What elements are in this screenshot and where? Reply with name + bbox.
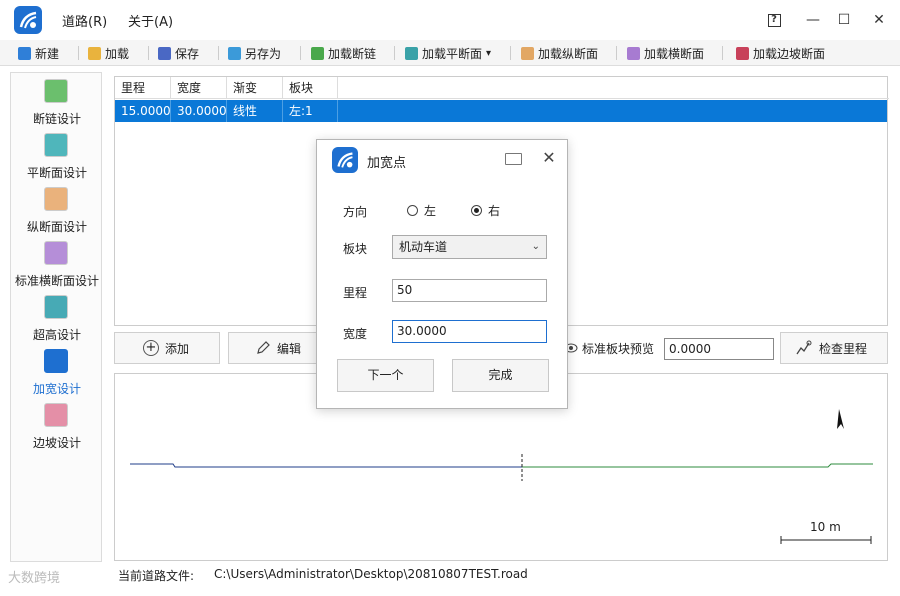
load-plane-section-button[interactable]: 加载平断面 ▾ [405, 44, 491, 62]
sidebar-item-slope[interactable]: 边坡设计 [11, 399, 103, 453]
save-as-button[interactable]: 另存为 [228, 44, 281, 62]
toolbar-separator [616, 46, 617, 60]
load-chain-break-button[interactable]: 加载断链 [311, 44, 376, 62]
column-header-transition[interactable]: 渐变 [227, 77, 283, 99]
save-icon [158, 46, 171, 60]
cross-section-icon [627, 46, 640, 60]
table-cell: 30.0000 [171, 100, 227, 122]
table-header: 里程 宽度 渐变 板块 [115, 77, 889, 99]
check-route-icon [796, 340, 812, 355]
table-cell: 左:1 [283, 100, 338, 122]
radio-icon [407, 205, 418, 216]
sidebar-item-cross-section[interactable]: 标准横断面设计 [11, 237, 103, 291]
edit-button[interactable]: 编辑 [228, 332, 318, 364]
superelevation-icon [44, 295, 68, 319]
profile-icon [521, 46, 534, 60]
toolbar-separator [218, 46, 219, 60]
toolbar-separator [148, 46, 149, 60]
column-header-block[interactable]: 板块 [283, 77, 338, 99]
plane-section-icon [405, 46, 418, 60]
toolbar-separator [722, 46, 723, 60]
maximize-button[interactable]: ☐ [834, 10, 854, 30]
toolbar-separator [300, 46, 301, 60]
chain-break-icon [44, 79, 68, 103]
slope-icon [44, 403, 68, 427]
check-station-button[interactable]: 检查里程 [780, 332, 888, 364]
value-input[interactable]: 0.0000 [664, 338, 774, 360]
radio-selected-icon [471, 205, 482, 216]
block-label: 板块 [343, 242, 368, 256]
pencil-icon [257, 341, 270, 354]
toolbar: 新建 加载 保存 另存为 加载断链 加载平断面 ▾ 加载纵断面 加载横断面 加载边… [0, 40, 900, 66]
folder-icon [88, 46, 101, 60]
next-button[interactable]: 下一个 [337, 359, 434, 392]
column-header-station[interactable]: 里程 [115, 77, 171, 99]
block-select[interactable]: 机动车道 ⌄ [392, 235, 547, 259]
close-window-button[interactable]: ✕ [869, 10, 889, 30]
dropdown-arrow-icon[interactable]: ▾ [486, 48, 491, 59]
current-file-path: C:\Users\Administrator\Desktop\20810807T… [214, 567, 528, 581]
direction-right-radio[interactable]: 右 [471, 202, 500, 219]
menu-road[interactable]: 道路(R) [62, 11, 107, 30]
help-icon: ? [767, 13, 781, 27]
table-cell: 线性 [227, 100, 283, 122]
watermark-text: 大数跨境 [8, 571, 61, 586]
sidebar-item-profile[interactable]: 纵断面设计 [11, 183, 103, 237]
sidebar-item-chain-break[interactable]: 断链设计 [11, 75, 103, 129]
app-logo-icon [332, 147, 358, 173]
table-row[interactable]: 15.0000 30.0000 线性 左:1 [115, 100, 887, 122]
keyboard-icon[interactable] [505, 153, 522, 165]
slope-icon [736, 46, 749, 60]
table-cell: 15.0000 [115, 100, 171, 122]
save-as-icon [228, 46, 241, 60]
sidebar-item-plane-section[interactable]: 平断面设计 [11, 129, 103, 183]
add-circle-icon: + [143, 340, 159, 356]
minimize-button[interactable]: — [803, 10, 823, 30]
block-preview-toggle[interactable]: 标准板块预览 [562, 332, 660, 364]
chain-break-icon [311, 46, 324, 60]
menu-about[interactable]: 关于(A) [128, 11, 173, 30]
column-header-width[interactable]: 宽度 [171, 77, 227, 99]
finish-button[interactable]: 完成 [452, 359, 549, 392]
load-slope-section-button[interactable]: 加载边坡断面 [736, 44, 825, 62]
direction-label: 方向 [343, 205, 368, 219]
sidebar-item-widening[interactable]: 加宽设计 [11, 345, 103, 399]
station-input[interactable]: 50 [392, 279, 547, 302]
load-cross-section-button[interactable]: 加载横断面 [627, 44, 704, 62]
plane-section-icon [44, 133, 68, 157]
load-button[interactable]: 加载 [88, 44, 129, 62]
dialog-close-button[interactable]: ✕ [539, 148, 559, 168]
sidebar: 断链设计 平断面设计 纵断面设计 标准横断面设计 超高设计 加宽设计 边坡设计 [10, 72, 102, 562]
title-bar: 道路(R) 关于(A) ? — ☐ ✕ [0, 0, 900, 40]
status-bar: 当前道路文件: C:\Users\Administrator\Desktop\2… [0, 563, 900, 587]
new-file-icon [18, 46, 31, 60]
profile-icon [44, 187, 68, 211]
save-button[interactable]: 保存 [158, 44, 199, 62]
toolbar-separator [510, 46, 511, 60]
scale-bar-label: 10 m [810, 520, 841, 534]
app-logo-icon [14, 6, 42, 34]
add-button[interactable]: + 添加 [114, 332, 220, 364]
direction-left-radio[interactable]: 左 [407, 202, 436, 219]
load-profile-button[interactable]: 加载纵断面 [521, 44, 598, 62]
station-label: 里程 [343, 286, 368, 300]
toolbar-separator [78, 46, 79, 60]
cross-section-icon [44, 241, 68, 265]
sidebar-item-superelevation[interactable]: 超高设计 [11, 291, 103, 345]
width-label: 宽度 [343, 327, 368, 341]
toolbar-separator [394, 46, 395, 60]
dialog-title: 加宽点 [367, 156, 407, 171]
new-button[interactable]: 新建 [18, 44, 59, 62]
current-file-label: 当前道路文件: [118, 569, 195, 583]
width-input[interactable]: 30.0000 [392, 320, 547, 343]
widening-icon [44, 349, 68, 373]
chevron-down-icon: ⌄ [531, 241, 540, 252]
widening-point-dialog: 加宽点 ✕ 方向 左 右 板块 机动车道 ⌄ 里程 50 宽度 30.0000 … [316, 139, 568, 409]
help-button[interactable]: ? [764, 10, 784, 30]
